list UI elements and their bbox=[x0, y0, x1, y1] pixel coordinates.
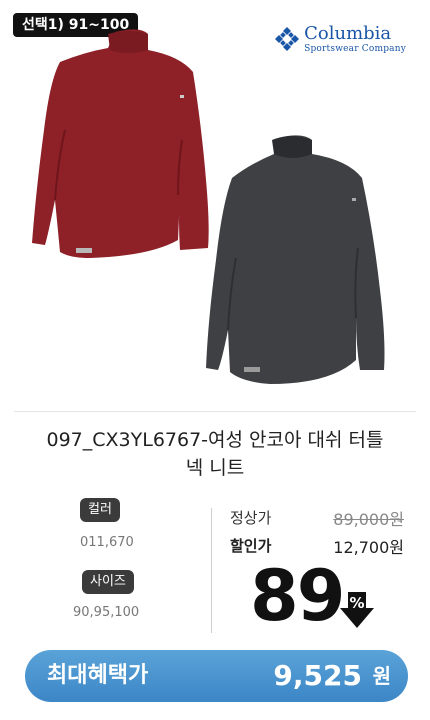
product-title-line1: 097_CX3YL6767-여성 안코아 대쉬 터틀 bbox=[46, 429, 384, 451]
regular-price-label: 정상가 bbox=[230, 509, 272, 527]
red-turtleneck-image bbox=[32, 29, 209, 258]
sale-price-value: 12,700원 bbox=[333, 538, 404, 557]
max-benefit-value: 9,525 bbox=[273, 659, 362, 692]
color-option-values: 011,670 bbox=[80, 535, 134, 550]
product-title[interactable]: 097_CX3YL6767-여성 안코아 대쉬 터틀 넥 니트 bbox=[20, 426, 410, 482]
regular-price-value: 89,000원 bbox=[333, 510, 404, 529]
product-title-line2: 넥 니트 bbox=[185, 457, 245, 479]
size-option-values: 90,95,100 bbox=[73, 605, 140, 620]
section-divider bbox=[14, 411, 416, 412]
product-card[interactable]: 선택1) 91~100 Columbia Sportswear Company bbox=[0, 0, 430, 720]
sale-price-label: 할인가 bbox=[230, 537, 272, 555]
max-benefit-label: 최대혜택가 bbox=[47, 663, 149, 688]
size-option-badge: 사이즈 bbox=[82, 570, 134, 594]
product-image[interactable] bbox=[30, 20, 410, 390]
discount-down-arrow-icon: % bbox=[339, 590, 375, 630]
gray-turtleneck-image bbox=[206, 135, 385, 384]
percent-symbol: % bbox=[349, 594, 365, 612]
discount-rate: 89 bbox=[250, 555, 345, 637]
color-option-badge: 컬러 bbox=[80, 498, 120, 522]
price-divider bbox=[211, 508, 212, 633]
max-benefit-unit: 원 bbox=[372, 664, 391, 688]
max-benefit-price-bar[interactable]: 최대혜택가 9,525 원 bbox=[25, 650, 408, 702]
